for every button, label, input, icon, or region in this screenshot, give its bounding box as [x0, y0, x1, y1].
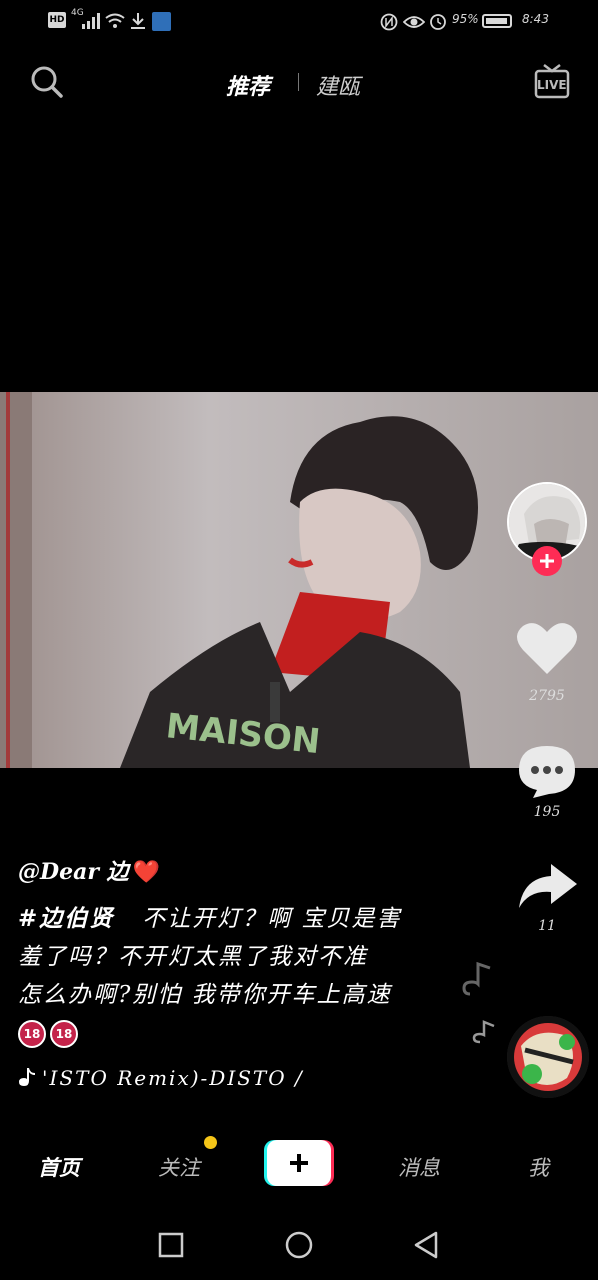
like-heart-icon[interactable]: [515, 620, 579, 678]
nfc-icon: [380, 13, 398, 31]
system-navigation-bar: [0, 1210, 598, 1280]
bottom-tab-bar: 首页 关注 消息 我: [0, 1130, 598, 1200]
share-arrow-icon[interactable]: [515, 860, 579, 914]
author-handle: @Dear 边: [18, 859, 129, 885]
tab-home[interactable]: 首页: [38, 1152, 80, 1182]
tab-divider: [298, 73, 299, 91]
share-count: 11: [538, 918, 556, 934]
battery-icon: [482, 14, 512, 28]
plus-icon: [290, 1154, 308, 1172]
signal-icon: [82, 13, 100, 29]
create-button-face: [267, 1140, 331, 1186]
clock: 8:43: [522, 12, 549, 26]
music-note-icon: [462, 961, 491, 996]
caption-line-1: 不让开灯？啊 宝贝是害: [142, 906, 402, 932]
post-caption: #边伯贤 不让开灯？啊 宝贝是害 羞了吗？不开灯太黑了我对不准 怎么办啊?别怕 …: [18, 900, 448, 1052]
tab-me[interactable]: 我: [528, 1152, 549, 1182]
heart-emoji: ❤️: [132, 859, 160, 885]
recent-apps-square-icon[interactable]: [158, 1232, 184, 1258]
tab-recommend[interactable]: 推荐: [226, 69, 270, 101]
author-name[interactable]: @Dear 边 ❤️: [18, 854, 160, 886]
video-still-image: MAISON: [0, 392, 598, 768]
wifi-icon: [105, 13, 125, 28]
plus-icon: [540, 554, 554, 568]
age-18-badge: 18: [18, 1020, 46, 1048]
tab-local[interactable]: 建瓯: [316, 69, 360, 101]
music-title: 'ISTO Remix)-DISTO /: [42, 1066, 304, 1090]
comment-count: 195: [533, 804, 561, 820]
hashtag-link[interactable]: #边伯贤: [18, 905, 114, 932]
author-avatar-button[interactable]: [507, 482, 587, 576]
eye-icon: [403, 16, 425, 28]
top-nav: 推荐 建瓯 LIVE: [0, 55, 598, 110]
notification-dot: [204, 1136, 217, 1149]
caption-line-3: 怎么办啊?别怕 我带你开车上高速: [18, 982, 392, 1008]
comment-bubble-icon[interactable]: [515, 742, 579, 800]
tab-messages[interactable]: 消息: [398, 1152, 440, 1182]
age-18-badge: 18: [50, 1020, 78, 1048]
status-bar: HD 4G 95% 8:43: [0, 0, 598, 44]
music-note-small-icon: [472, 1020, 495, 1044]
follow-button[interactable]: [532, 546, 562, 576]
live-button[interactable]: LIVE: [534, 63, 570, 99]
tab-following[interactable]: 关注: [158, 1152, 200, 1182]
like-count: 2795: [529, 688, 565, 704]
home-circle-icon[interactable]: [284, 1230, 314, 1260]
battery-level: [486, 18, 507, 24]
create-button[interactable]: [264, 1140, 334, 1186]
live-label: LIVE: [537, 78, 567, 92]
music-ticker[interactable]: 'ISTO Remix)-DISTO /: [18, 1066, 304, 1090]
hd-badge: HD: [48, 12, 66, 28]
search-icon[interactable]: [30, 65, 64, 99]
music-disc-button[interactable]: [507, 1016, 589, 1098]
battery-percent: 95%: [452, 12, 479, 26]
tiktok-note-icon: [19, 1068, 35, 1086]
caption-line-2: 羞了吗？不开灯太黑了我对不准: [18, 944, 368, 970]
album-cover-image: [507, 1016, 589, 1098]
alarm-icon: [430, 14, 446, 30]
app-notification-icon: [152, 12, 171, 31]
back-triangle-icon[interactable]: [412, 1230, 440, 1260]
video-frame[interactable]: MAISON: [0, 392, 598, 768]
download-icon: [131, 13, 145, 29]
